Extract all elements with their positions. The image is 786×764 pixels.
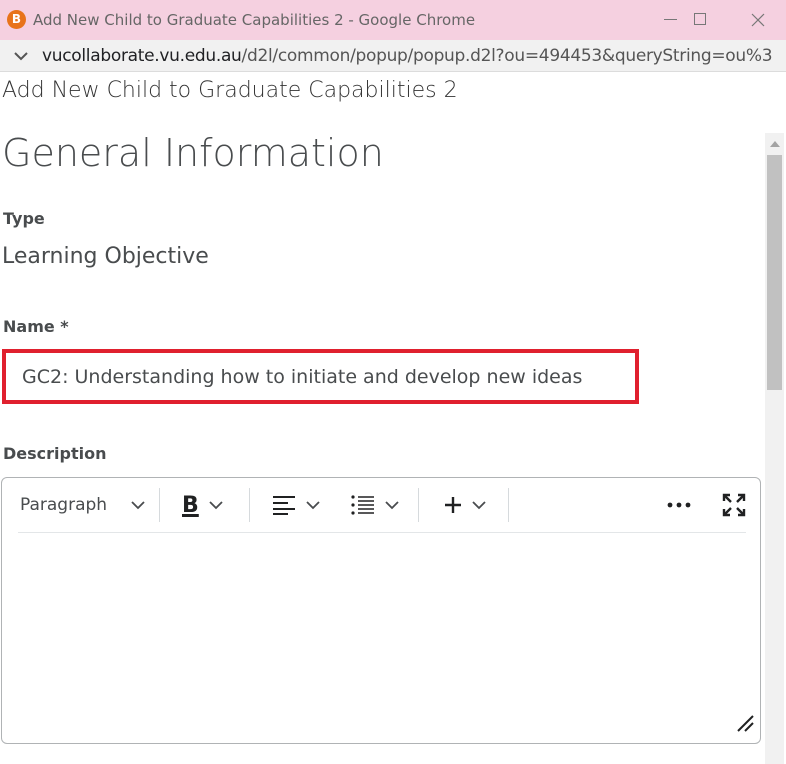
toolbar-separator [159,488,160,522]
address-bar: vucollaborate.vu.edu.au/d2l/common/popup… [0,40,786,72]
chevron-down-icon [131,501,145,510]
align-left-icon [273,496,295,515]
fullscreen-button[interactable] [722,488,746,522]
toolbar-separator [249,488,250,522]
type-value: Learning Objective [2,244,209,269]
more-dots-icon [667,502,691,508]
bulleted-list-icon [351,495,374,515]
format-label: Paragraph [20,495,108,515]
chevron-down-icon [306,501,320,510]
name-label: Name * [3,317,69,336]
window-title: Add New Child to Graduate Capabilities 2… [33,11,476,29]
list-button[interactable] [351,488,399,522]
url-path: /d2l/common/popup/popup.d2l?ou=494453&qu… [241,46,772,66]
close-icon [751,13,765,27]
bold-button[interactable]: B [182,488,223,522]
more-options-button[interactable] [667,488,691,522]
toolbar-separator [508,488,509,522]
url-text[interactable]: vucollaborate.vu.edu.au/d2l/common/popup… [42,46,772,66]
scrollbar-thumb[interactable] [767,155,782,390]
bold-icon: B [182,492,199,518]
close-button[interactable] [740,0,786,40]
format-dropdown[interactable]: Paragraph [20,488,145,522]
toolbar-divider [18,532,746,533]
type-label: Type [3,209,45,228]
description-label: Description [3,444,107,463]
plus-icon [445,497,461,513]
insert-button[interactable] [444,488,486,522]
name-field-highlight [2,349,639,404]
align-button[interactable] [272,488,320,522]
scroll-up-arrow-icon[interactable] [770,141,780,147]
minimize-button[interactable] [648,0,694,40]
description-editor[interactable]: Paragraph B [1,477,761,744]
brightspace-app-icon: B [7,10,26,29]
maximize-button[interactable] [694,0,740,40]
page-title: General Information [2,131,384,175]
chevron-down-icon [472,501,486,510]
window-titlebar: B Add New Child to Graduate Capabilities… [0,0,786,40]
url-host: vucollaborate.vu.edu.au [42,46,242,66]
dialog-title: Add New Child to Graduate Capabilities 2 [2,78,458,103]
fullscreen-icon [722,493,746,517]
chevron-down-icon [209,501,223,510]
chevron-down-icon[interactable] [12,47,30,65]
name-input[interactable] [22,365,622,389]
chevron-down-icon [385,501,399,510]
toolbar-separator [418,488,419,522]
resize-handle-icon[interactable] [736,714,754,737]
